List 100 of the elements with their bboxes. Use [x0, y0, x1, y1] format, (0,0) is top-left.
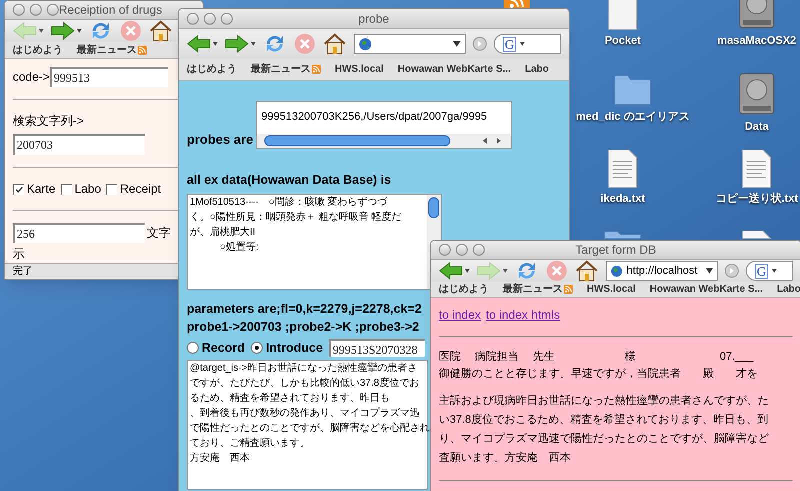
text-line: で陽性だったとのことですが、脳障害などを心配され [190, 422, 430, 436]
window-minimize-button[interactable] [204, 12, 216, 24]
checkbox-label: Karte [27, 181, 56, 198]
address-field[interactable] [354, 34, 466, 54]
bookmark-link[interactable]: はじめよう [439, 282, 489, 297]
probe-text: 999513200703K256,/Users/dpat/2007ga/9995 [261, 111, 488, 123]
window-title: probe [358, 10, 390, 28]
text-area[interactable]: 999513200703K256,/Users/dpat/2007ga/9995 [256, 101, 512, 149]
caret-icon [465, 269, 470, 273]
desktop-icon-label[interactable]: ikeda.txt [600, 191, 646, 208]
header-text: 様 [625, 350, 636, 365]
text-line: 、到着後も再び数秒の発作あり、マイコプラズマ迅 [190, 406, 420, 420]
bookmark-link[interactable]: Howawan WebKarte S... [650, 282, 764, 297]
home-icon [149, 20, 173, 42]
bookmark-link[interactable]: Labo [525, 62, 549, 77]
checkbox[interactable] [13, 184, 24, 194]
body-text: 主訴および現病昨日お世話になった熱性痙攣の患者さんですが、た [439, 394, 769, 409]
input-field[interactable]: 999513 [50, 67, 168, 87]
radio-button[interactable] [251, 342, 264, 354]
feed-icon [138, 46, 147, 55]
search-engine-mark: G [755, 264, 768, 278]
right-arrow-icon [51, 22, 75, 40]
feed-icon [312, 65, 321, 74]
header-text: 先生 [533, 350, 555, 365]
home-button[interactable] [575, 260, 599, 282]
bookmark-link[interactable]: はじめよう [187, 62, 237, 77]
probes-label: probes are [187, 130, 254, 149]
suffix-text: 示 [13, 246, 26, 263]
checkbox-label: Receipt [120, 181, 162, 198]
window-minimize-button[interactable] [456, 244, 468, 256]
caret-icon [772, 269, 778, 273]
stop-icon [120, 20, 142, 42]
radio-label: Introduce [266, 340, 324, 357]
checkbox[interactable] [106, 184, 118, 194]
body-text: い37.8度位でおこるため、精査を希望されております、昨日も、到 [439, 412, 768, 428]
text-line: 1Mof510513---- ○問診：咳嗽 変わらずつづ [190, 196, 388, 210]
caret-icon [213, 42, 218, 46]
body-text: 査願います。方安庵 西本 [439, 450, 571, 466]
index-link[interactable]: to index [439, 306, 482, 324]
stop-icon [546, 260, 568, 282]
address-field[interactable]: http://localhost [606, 261, 718, 281]
text-line: ○処置等: [219, 240, 259, 255]
globe-icon [611, 264, 623, 278]
text-area[interactable]: @target_is->昨日お世話になった熱性痙攣の患者さ ですが、たびたび、しかも比較的低い37.8度位でお るため、精査を希望されております、昨日も 、到着後も再び数秒の発作あり、マイコプラズマ迅 で陽性だったとのことですが、脳障害などを心配され ており、ご精査願います。 方安庵 西本 [187, 360, 428, 490]
checkbox-label: Labo [74, 181, 102, 198]
check-icon [16, 186, 22, 192]
search-field[interactable]: G [494, 34, 561, 54]
header-text: 病院担当 [475, 350, 519, 365]
home-button[interactable] [149, 20, 173, 42]
header-text: 07.___ [720, 350, 754, 365]
index-link[interactable]: to index htmls [486, 306, 560, 324]
text-line: @target_is->昨日お世話になった熱性痙攣の患者さ [190, 362, 418, 376]
bookmark-link[interactable]: 最新ニュース [503, 282, 573, 297]
left-arrow-icon [439, 262, 463, 280]
window-close-button[interactable] [439, 244, 451, 256]
search-engine-mark: G [503, 36, 516, 52]
text-line: ですが、たびたび、しかも比較的低い37.8度位でお [190, 376, 420, 390]
home-icon [575, 260, 599, 282]
globe-icon [359, 38, 372, 50]
body-text: り、マイコプラズマ迅速で陽性だったとのことですが、脳障害など [439, 432, 769, 447]
forward-button[interactable] [51, 22, 82, 40]
checkbox[interactable] [60, 184, 72, 194]
input-field[interactable]: 256 [13, 223, 145, 243]
parameters-text: parameters are;fl=0,k=2279,j=2278,ck=2 [187, 300, 422, 318]
window-zoom-button[interactable] [47, 4, 59, 16]
desktop-icon-label[interactable]: Data [745, 119, 769, 136]
desktop-icon-label[interactable]: Pocket [604, 33, 642, 50]
stop-icon [294, 33, 316, 55]
forward-button[interactable] [225, 35, 256, 53]
back-button[interactable] [439, 262, 470, 280]
horizontal-scrollbar[interactable] [257, 134, 512, 148]
input-field[interactable]: 999513S2070328 [329, 339, 426, 358]
window-zoom-button[interactable] [473, 244, 485, 256]
text-line: ており、ご精査願います。 [190, 436, 310, 450]
bookmark-link[interactable]: 最新ニュース [251, 62, 321, 77]
home-button[interactable] [323, 33, 347, 55]
dropdown-caret-icon [453, 41, 461, 47]
bookmark-link[interactable]: HWS.local [335, 62, 384, 77]
text-line: 方安庵 西本 [190, 452, 250, 466]
caret-icon [520, 42, 526, 46]
back-button[interactable] [187, 35, 218, 53]
window-close-button[interactable] [13, 4, 25, 16]
bookmark-link[interactable]: はじめよう [13, 42, 63, 58]
desktop-icon-label[interactable]: med_dic のエイリアス [576, 109, 690, 126]
caret-icon [77, 29, 82, 34]
desktop-icon-label[interactable]: masaMacOSX2 [718, 33, 796, 50]
bookmark-link[interactable]: 最新ニュース [77, 42, 147, 58]
radio-label: Record [202, 340, 246, 357]
bookmark-link[interactable]: Howawan WebKarte S... [398, 62, 512, 77]
window-zoom-button[interactable] [221, 12, 233, 24]
window-close-button[interactable] [187, 12, 199, 24]
radio-button[interactable] [187, 342, 199, 354]
caret-icon [39, 29, 44, 34]
search-field[interactable]: G [746, 261, 793, 281]
left-arrow-icon [187, 35, 211, 53]
bookmark-link[interactable]: HWS.local [587, 282, 636, 297]
window-minimize-button[interactable] [30, 4, 42, 16]
left-arrow-icon [13, 22, 37, 40]
desktop-icon-label[interactable]: コピー送り状.txt [716, 191, 798, 208]
input-field[interactable]: 200703 [13, 134, 145, 155]
